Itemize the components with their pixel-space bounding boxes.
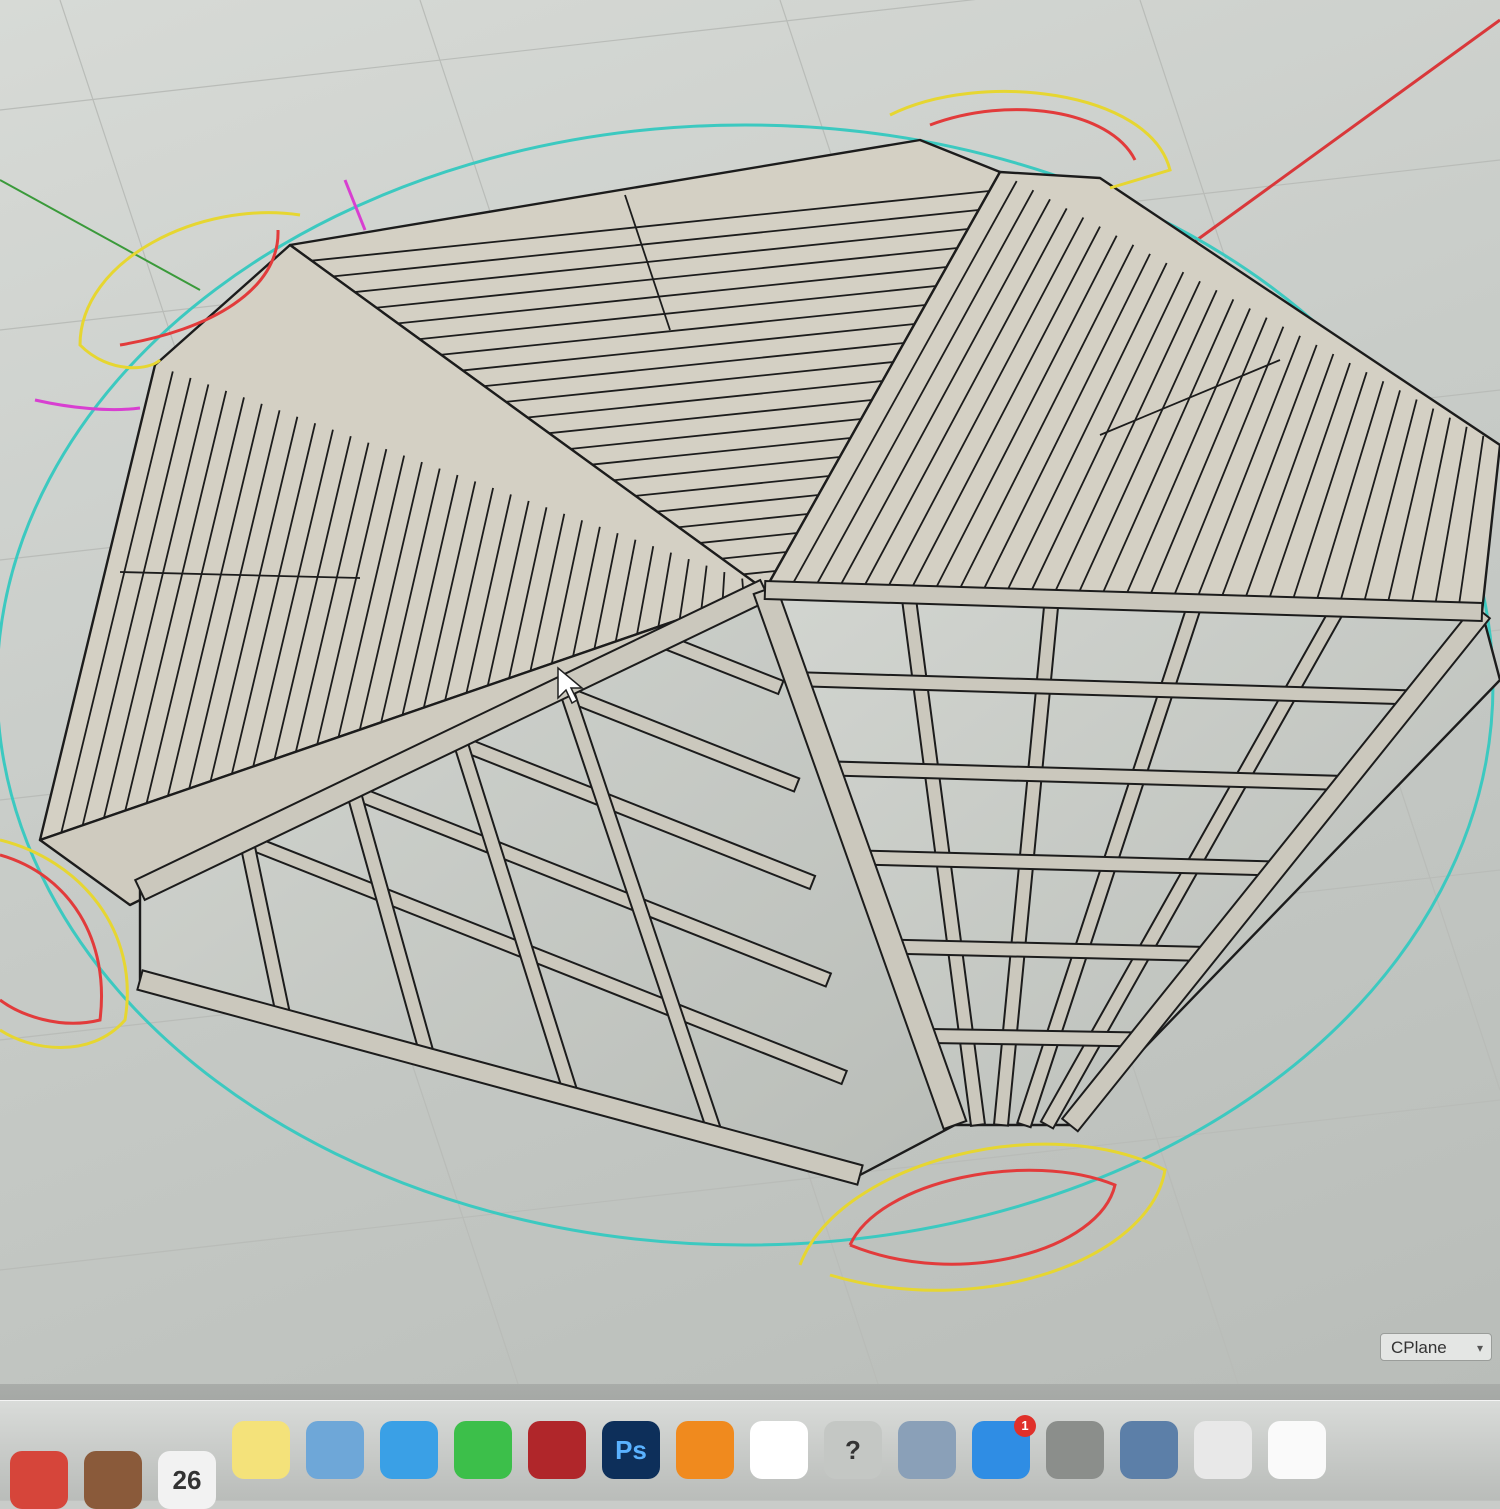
- ibooks-icon[interactable]: [676, 1421, 734, 1479]
- mac-dock[interactable]: 26 Ps? 1: [0, 1400, 1500, 1509]
- rhino-icon[interactable]: [1194, 1421, 1252, 1479]
- chrome-icon[interactable]: [10, 1451, 68, 1509]
- system-preferences-icon[interactable]: [1046, 1421, 1104, 1479]
- cplane-label-text: CPlane: [1391, 1338, 1447, 1357]
- help-icon[interactable]: ?: [824, 1421, 882, 1479]
- notification-badge: 1: [1014, 1415, 1036, 1437]
- app-store-icon[interactable]: 1: [972, 1415, 1036, 1479]
- notepad-icon[interactable]: [232, 1421, 290, 1479]
- frame-beam[interactable]: [922, 1027, 1140, 1048]
- gumball-handle-bottom-left-red[interactable]: [0, 853, 103, 1025]
- photo-booth-icon[interactable]: [528, 1421, 586, 1479]
- calendar-icon[interactable]: 26: [158, 1451, 216, 1509]
- photoshop-label: Ps: [615, 1434, 647, 1465]
- gumball-handle-top-red[interactable]: [929, 108, 1137, 161]
- calendar-label: 26: [172, 1464, 202, 1495]
- no-entry-icon[interactable]: [898, 1421, 956, 1479]
- notes-app-icon[interactable]: [84, 1451, 142, 1509]
- photoshop-icon[interactable]: Ps: [602, 1421, 660, 1479]
- preview-icon[interactable]: [306, 1421, 364, 1479]
- viewport-scene[interactable]: [0, 0, 1500, 1390]
- cplane-dropdown[interactable]: CPlane ▾: [1380, 1333, 1492, 1361]
- finder-star-icon[interactable]: [750, 1421, 808, 1479]
- document-icon[interactable]: [1268, 1421, 1326, 1479]
- x-axis-line: [1189, 18, 1500, 247]
- help-label: ?: [845, 1434, 861, 1465]
- image-preview-icon[interactable]: [1120, 1421, 1178, 1479]
- modeling-viewport[interactable]: CPlane ▾: [0, 0, 1500, 1390]
- chevron-down-icon: ▾: [1476, 1341, 1483, 1355]
- gumball-handle-magenta-left[interactable]: [34, 398, 141, 412]
- messages-icon[interactable]: [380, 1421, 438, 1479]
- facetime-icon[interactable]: [454, 1421, 512, 1479]
